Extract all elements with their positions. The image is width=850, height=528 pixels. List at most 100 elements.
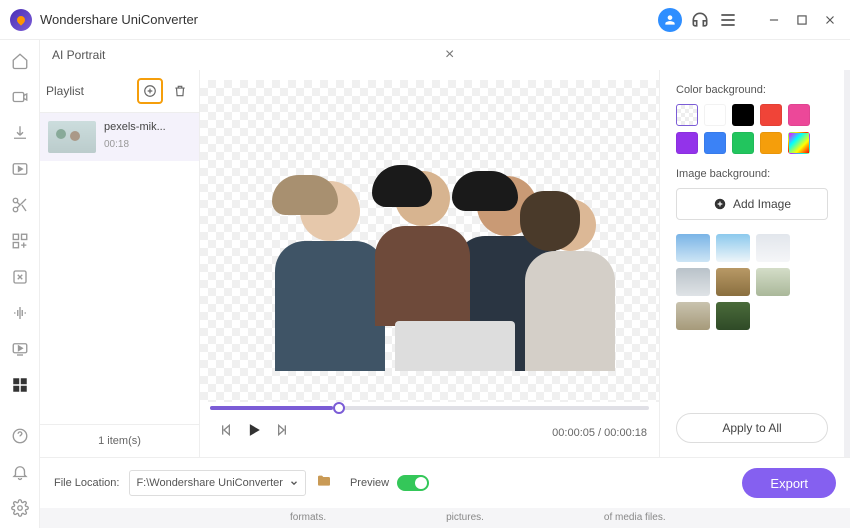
file-location-select[interactable]: F:\Wondershare UniConverter bbox=[129, 470, 306, 496]
preview-toggle[interactable] bbox=[397, 475, 429, 491]
file-location-label: File Location: bbox=[54, 477, 119, 489]
background-cards: formats. pictures. of media files. bbox=[40, 508, 850, 528]
download-icon bbox=[11, 124, 29, 142]
playlist-thumbnail bbox=[48, 121, 96, 153]
color-swatch[interactable] bbox=[704, 132, 726, 154]
sidebar-compress[interactable] bbox=[9, 266, 31, 287]
minimize-icon bbox=[767, 13, 781, 27]
color-swatch[interactable] bbox=[732, 104, 754, 126]
color-swatch[interactable] bbox=[732, 132, 754, 154]
apply-all-button[interactable]: Apply to All bbox=[676, 413, 828, 443]
screen-play-icon bbox=[11, 340, 29, 358]
maximize-icon bbox=[795, 13, 809, 27]
time-current: 00:00:05 bbox=[552, 427, 595, 439]
color-swatch[interactable] bbox=[760, 104, 782, 126]
sidebar-record[interactable] bbox=[9, 338, 31, 359]
gear-icon bbox=[11, 499, 29, 517]
color-swatch[interactable] bbox=[704, 104, 726, 126]
support-button[interactable] bbox=[690, 10, 710, 30]
sidebar-help[interactable] bbox=[9, 425, 31, 446]
open-folder-button[interactable] bbox=[316, 473, 332, 494]
prev-frame-button[interactable] bbox=[218, 422, 234, 443]
chevron-down-icon bbox=[289, 478, 299, 488]
maximize-button[interactable] bbox=[792, 10, 812, 30]
user-icon bbox=[663, 13, 677, 27]
add-file-button[interactable] bbox=[137, 78, 163, 104]
add-image-button[interactable]: Add Image bbox=[676, 188, 828, 220]
playlist-label: Playlist bbox=[46, 84, 133, 98]
time-total: 00:00:18 bbox=[604, 427, 647, 439]
sidebar-audio[interactable] bbox=[9, 302, 31, 323]
sidebar-merge[interactable] bbox=[9, 230, 31, 251]
bg-thumb[interactable] bbox=[716, 268, 750, 296]
bg-thumb[interactable] bbox=[676, 268, 710, 296]
color-swatch[interactable] bbox=[676, 132, 698, 154]
export-button[interactable]: Export bbox=[742, 468, 836, 498]
bg-image-thumbs bbox=[676, 234, 828, 330]
sidebar-download[interactable] bbox=[9, 122, 31, 143]
timeline-track[interactable] bbox=[210, 406, 649, 410]
sidebar-notify[interactable] bbox=[9, 461, 31, 482]
delete-file-button[interactable] bbox=[167, 78, 193, 104]
sidebar-video[interactable] bbox=[9, 86, 31, 107]
plus-circle-icon bbox=[143, 84, 157, 98]
color-swatch[interactable] bbox=[788, 104, 810, 126]
color-swatches bbox=[676, 104, 828, 154]
bg-thumb[interactable] bbox=[716, 234, 750, 262]
menu-button[interactable] bbox=[718, 10, 738, 30]
playlist-item[interactable]: pexels-mik... 00:18 bbox=[40, 113, 199, 161]
bg-thumb[interactable] bbox=[756, 234, 790, 262]
sidebar-player[interactable] bbox=[9, 158, 31, 179]
color-swatch[interactable] bbox=[760, 132, 782, 154]
scissors-icon bbox=[11, 196, 29, 214]
step-back-icon bbox=[218, 422, 234, 438]
play-icon bbox=[244, 420, 264, 440]
apps-icon bbox=[11, 376, 29, 394]
timeline-progress bbox=[210, 406, 333, 410]
playlist-item-name: pexels-mik... bbox=[104, 121, 166, 133]
color-swatch[interactable] bbox=[676, 104, 698, 126]
app-title: Wondershare UniConverter bbox=[40, 12, 658, 27]
timeline-thumb[interactable] bbox=[333, 402, 345, 414]
bg-thumb[interactable] bbox=[676, 302, 710, 330]
panel-close-button[interactable]: × bbox=[445, 46, 838, 64]
playlist-item-duration: 00:18 bbox=[104, 139, 166, 150]
bg-thumb[interactable] bbox=[756, 268, 790, 296]
apply-all-label: Apply to All bbox=[722, 421, 781, 435]
color-swatch[interactable] bbox=[788, 132, 810, 154]
bg-thumb[interactable] bbox=[716, 302, 750, 330]
foreground-subject bbox=[245, 111, 615, 371]
plus-icon bbox=[713, 197, 727, 211]
sidebar-settings[interactable] bbox=[9, 497, 31, 518]
grid-plus-icon bbox=[11, 232, 29, 250]
play-button[interactable] bbox=[244, 420, 264, 445]
add-image-label: Add Image bbox=[733, 197, 791, 211]
minimize-button[interactable] bbox=[764, 10, 784, 30]
close-icon bbox=[823, 13, 837, 27]
trash-icon bbox=[173, 84, 187, 98]
compress-icon bbox=[11, 268, 29, 286]
export-label: Export bbox=[770, 476, 808, 491]
wave-icon bbox=[11, 304, 29, 322]
video-icon bbox=[11, 88, 29, 106]
color-bg-label: Color background: bbox=[676, 84, 828, 96]
close-button[interactable] bbox=[820, 10, 840, 30]
playlist-count: 1 item(s) bbox=[40, 424, 199, 457]
image-bg-label: Image background: bbox=[676, 168, 828, 180]
next-frame-button[interactable] bbox=[274, 422, 290, 443]
sidebar-toolbox[interactable] bbox=[9, 374, 31, 395]
hamburger-icon bbox=[718, 10, 738, 30]
app-logo bbox=[10, 9, 32, 31]
play-rect-icon bbox=[11, 160, 29, 178]
step-forward-icon bbox=[274, 422, 290, 438]
file-location-path: F:\Wondershare UniConverter bbox=[136, 477, 283, 489]
home-icon bbox=[11, 52, 29, 70]
sidebar-edit[interactable] bbox=[9, 194, 31, 215]
folder-icon bbox=[316, 473, 332, 489]
bg-thumb[interactable] bbox=[676, 234, 710, 262]
account-button[interactable] bbox=[658, 8, 682, 32]
sidebar-home[interactable] bbox=[9, 50, 31, 71]
bell-icon bbox=[11, 463, 29, 481]
preview-toggle-label: Preview bbox=[350, 477, 389, 489]
help-icon bbox=[11, 427, 29, 445]
